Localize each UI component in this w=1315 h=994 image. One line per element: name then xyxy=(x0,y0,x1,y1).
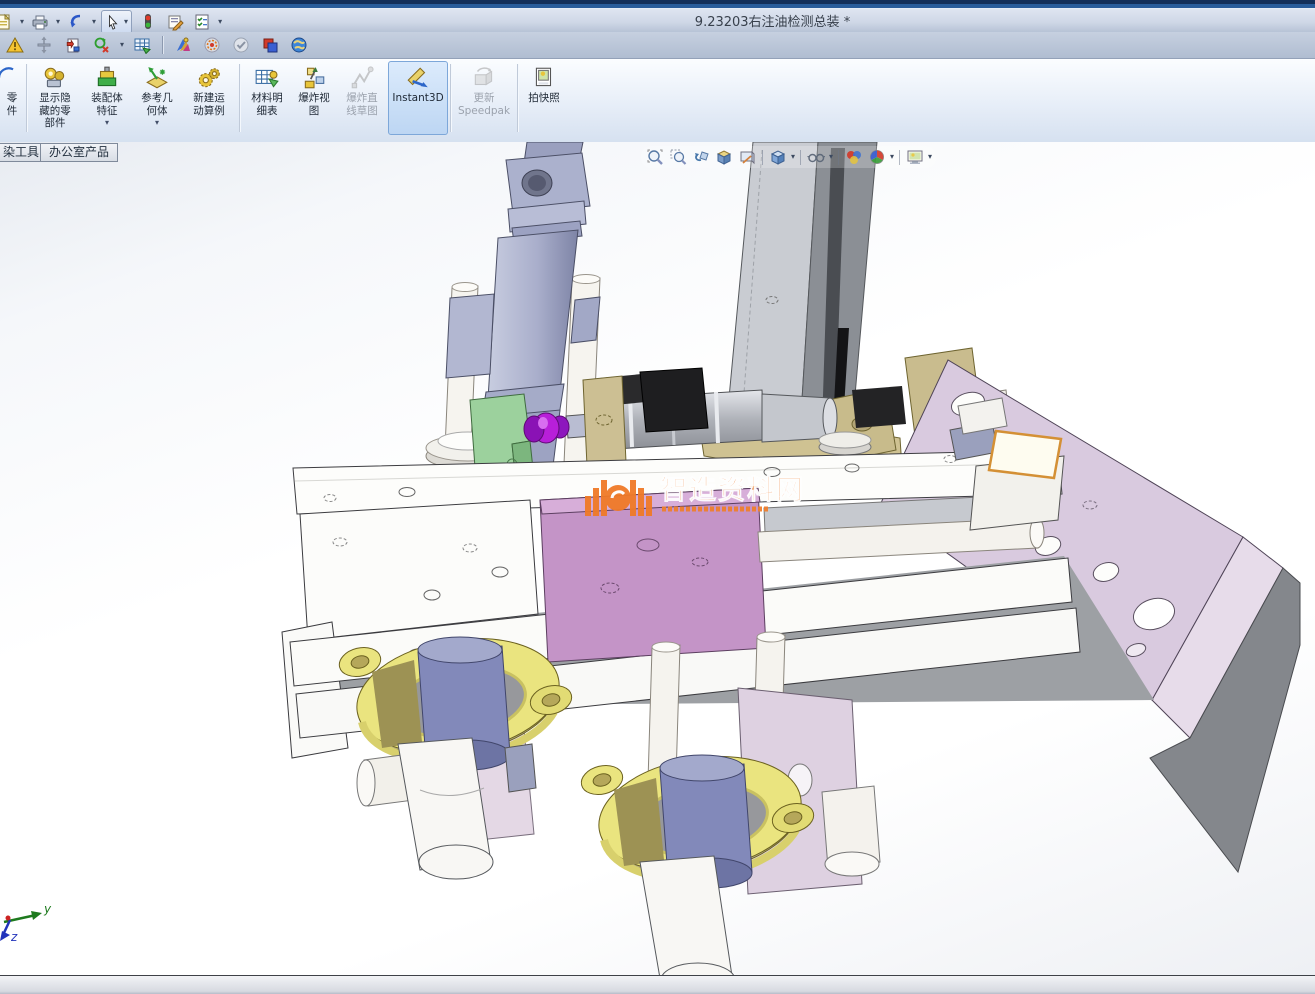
ribbon-button-exploded-view[interactable]: 爆炸视图 xyxy=(292,61,336,135)
update-speedpak-icon xyxy=(471,64,497,92)
view-toolbar-separator xyxy=(838,150,839,165)
part-purple-block[interactable] xyxy=(540,488,766,662)
ribbon-button-reference-geometry[interactable]: 参考几何体 ▾ xyxy=(133,61,181,135)
toolbar-separator xyxy=(162,36,163,54)
graphics-viewport[interactable]: 智造资料网 y z xyxy=(0,142,1315,975)
section-view-icon[interactable] xyxy=(714,147,734,167)
ribbon-button-show-hidden-components[interactable]: 显示隐藏的零部件 xyxy=(29,61,81,135)
solidworks-window: ▾ ▾ ▾ ▾ ▾ 9.23203右注油检测总装 * xyxy=(0,0,1315,994)
dropdown-caret[interactable]: ▾ xyxy=(928,153,932,161)
explode-line-sketch-icon xyxy=(349,64,375,92)
check-circle-icon[interactable] xyxy=(230,35,252,55)
triad-y-label: y xyxy=(43,902,52,916)
reference-geometry-icon xyxy=(144,64,170,92)
ribbon-divider xyxy=(517,64,518,132)
ribbon-button-explode-line-sketch[interactable]: 爆炸直线草图 xyxy=(336,61,388,135)
render-preview-icon[interactable] xyxy=(172,35,194,55)
view-toolbar-separator xyxy=(762,150,763,165)
toolbar-row: ▾ xyxy=(0,32,1315,59)
status-bar xyxy=(0,975,1315,994)
display-style-icon[interactable] xyxy=(806,147,826,167)
globe-icon[interactable] xyxy=(288,35,310,55)
previous-view-icon[interactable] xyxy=(691,147,711,167)
mate-icon[interactable] xyxy=(91,35,113,55)
warning-triangle-icon[interactable] xyxy=(4,35,26,55)
orientation-triad: y z xyxy=(0,902,52,944)
cad-model[interactable]: 智造资料网 y z xyxy=(0,142,1315,975)
dropdown-caret[interactable]: ▾ xyxy=(791,153,795,161)
command-manager: 零件 显示隐藏的零部件 装配体特征 ▾ 参考几何体 xyxy=(0,59,1315,143)
view-toolbar-separator xyxy=(800,150,801,165)
exploded-view-icon xyxy=(301,64,327,92)
view-heads-up-toolbar: ▾ ▾ ▾ ▾ xyxy=(641,146,936,168)
dropdown-caret[interactable]: ▾ xyxy=(829,153,833,161)
dropdown-caret[interactable]: ▾ xyxy=(105,118,109,127)
ribbon-divider xyxy=(239,64,240,132)
zoom-to-fit-icon[interactable] xyxy=(645,147,665,167)
ribbon-divider xyxy=(26,64,27,132)
ribbon-button-take-snapshot[interactable]: 拍快照 xyxy=(520,61,568,135)
new-motion-study-icon xyxy=(196,64,222,92)
hide-show-items-icon[interactable] xyxy=(844,147,864,167)
bom-table-icon[interactable] xyxy=(131,35,153,55)
ribbon-button-instant3d[interactable]: Instant3D xyxy=(388,61,448,135)
dropdown-caret[interactable]: ▾ xyxy=(890,153,894,161)
ribbon-button-bill-of-materials[interactable]: 材料明细表 xyxy=(242,61,292,135)
ribbon-button-update-speedpak[interactable]: 更新Speedpak xyxy=(453,61,515,135)
color-swatch-icon[interactable] xyxy=(259,35,281,55)
edit-appearance-icon[interactable] xyxy=(867,147,887,167)
zoom-to-area-icon[interactable] xyxy=(668,147,688,167)
window-title: 9.23203右注油检测总装 * xyxy=(0,11,1315,30)
take-snapshot-icon xyxy=(531,64,557,92)
title-bar: ▾ ▾ ▾ ▾ ▾ 9.23203右注油检测总装 * xyxy=(0,0,1315,32)
tab-office-products[interactable]: 办公室产品 xyxy=(40,143,118,162)
insert-component-clipped-icon xyxy=(0,64,25,92)
ribbon-button-new-motion-study[interactable]: 新建运动算例 xyxy=(181,61,237,135)
assembly-features-icon xyxy=(94,64,120,92)
ribbon-button-insert-component[interactable]: 零件 xyxy=(0,61,24,135)
instant3d-icon xyxy=(405,64,431,92)
watermark-text: 智造资料网 xyxy=(660,475,805,506)
3d-drawing-view-icon[interactable] xyxy=(737,147,757,167)
bill-of-materials-icon xyxy=(254,64,280,92)
view-orientation-icon[interactable] xyxy=(768,147,788,167)
apply-scene-icon[interactable] xyxy=(905,147,925,167)
radial-explode-icon[interactable] xyxy=(201,35,223,55)
ribbon-button-assembly-features[interactable]: 装配体特征 ▾ xyxy=(81,61,133,135)
dropdown-caret[interactable]: ▾ xyxy=(120,41,124,49)
float-component-icon[interactable] xyxy=(33,35,55,55)
part-linear-rail[interactable] xyxy=(726,142,877,432)
part-gold-clamp-1[interactable] xyxy=(336,625,575,879)
part-white-cylinder-right[interactable] xyxy=(822,786,880,876)
show-hidden-components-icon xyxy=(42,64,68,92)
insert-component-icon[interactable] xyxy=(62,35,84,55)
part-tan-bracket[interactable] xyxy=(583,376,626,466)
ribbon-divider xyxy=(450,64,451,132)
triad-z-label: z xyxy=(10,930,18,944)
view-toolbar-separator xyxy=(899,150,900,165)
dropdown-caret[interactable]: ▾ xyxy=(155,118,159,127)
